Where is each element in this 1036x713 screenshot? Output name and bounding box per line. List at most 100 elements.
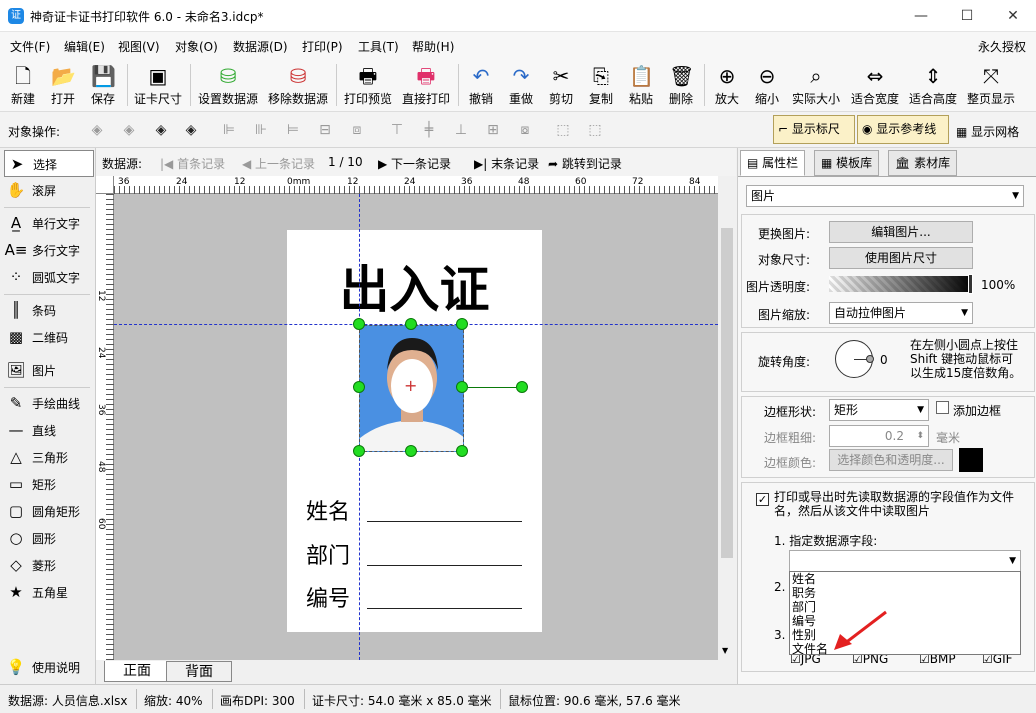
field-id-label[interactable]: 编号 <box>306 581 350 613</box>
tool-triangle[interactable]: △ 三角形 <box>4 444 94 471</box>
scroll-down-icon[interactable]: ▼ <box>722 646 728 655</box>
dropdown-option-gender[interactable]: 性别 <box>790 628 1020 642</box>
border-shape-select[interactable]: 矩形 ▼ <box>829 399 929 421</box>
tool-circle[interactable]: ○ 圆形 <box>4 525 94 552</box>
new-button[interactable]: 🗋 新建 <box>4 60 42 110</box>
menu-print[interactable]: 打印(P) <box>302 38 343 55</box>
dropdown-option-name[interactable]: 姓名 <box>790 572 1020 586</box>
zoom-out-button[interactable]: ⊖ 缩小 <box>750 60 784 110</box>
field-name-label[interactable]: 姓名 <box>306 494 350 526</box>
full-page-button[interactable]: ⤧ 整页显示 <box>964 60 1018 110</box>
align-bottom-icon[interactable]: ⊥ <box>450 121 472 139</box>
show-ruler-toggle[interactable]: ⌐ 显示标尺 <box>773 115 855 144</box>
tool-diamond[interactable]: ◇ 菱形 <box>4 552 94 579</box>
card-title[interactable]: 出入证 <box>287 250 542 322</box>
minimize-button[interactable]: — <box>898 0 944 32</box>
show-grid-toggle[interactable]: ▦ 显示网格 <box>956 123 1019 140</box>
resize-handle-se[interactable] <box>456 445 468 457</box>
tool-arc-text[interactable]: ⁘ 圆弧文字 <box>4 264 94 291</box>
prev-record-button[interactable]: ◀ 上一条记录 <box>242 155 315 172</box>
field-dept-line[interactable] <box>367 565 522 566</box>
fit-width-button[interactable]: ⇔ 适合宽度 <box>848 60 902 110</box>
menu-file[interactable]: 文件(F) <box>10 38 50 55</box>
resize-handle-ne[interactable] <box>456 318 468 330</box>
resize-handle-n[interactable] <box>405 318 417 330</box>
scroll-thumb[interactable] <box>721 228 733 558</box>
print-preview-button[interactable]: 🖶 打印预览 <box>342 60 394 110</box>
menu-help[interactable]: 帮助(H) <box>412 38 454 55</box>
resize-handle-sw[interactable] <box>353 445 365 457</box>
dropdown-option-dept[interactable]: 部门 <box>790 600 1020 614</box>
rotation-dial[interactable] <box>835 340 874 378</box>
dropdown-option-id[interactable]: 编号 <box>790 614 1020 628</box>
tab-front[interactable]: 正面 <box>104 661 170 682</box>
dropdown-option-title[interactable]: 职务 <box>790 586 1020 600</box>
menu-datasource[interactable]: 数据源(D) <box>233 38 288 55</box>
object-type-select[interactable]: 图片 ▼ <box>746 185 1024 207</box>
datasource-field-select[interactable]: ▼ <box>789 550 1021 572</box>
tool-rectangle[interactable]: ▭ 矩形 <box>4 471 94 498</box>
add-border-checkbox[interactable] <box>936 401 949 414</box>
resize-handle-nw[interactable] <box>353 318 365 330</box>
undo-button[interactable]: ↶ 撤销 <box>464 60 498 110</box>
edit-image-button[interactable]: 编辑图片... <box>829 221 973 243</box>
last-record-button[interactable]: ▶| 末条记录 <box>474 155 539 172</box>
vertical-scrollbar[interactable]: ▼ <box>718 176 736 660</box>
border-width-input[interactable]: 0.2 ⬍ <box>829 425 929 447</box>
next-record-button[interactable]: ▶ 下一条记录 <box>378 155 451 172</box>
layer-up-icon[interactable]: ◈ <box>86 121 108 139</box>
tool-single-text[interactable]: A̲ 单行文字 <box>4 210 94 237</box>
dropdown-option-filename[interactable]: 文件名 <box>790 642 1020 656</box>
first-record-button[interactable]: |◀ 首条记录 <box>160 155 225 172</box>
distribute-v-icon[interactable]: ⊞ <box>482 121 504 139</box>
set-datasource-button[interactable]: ⛁ 设置数据源 <box>196 60 260 110</box>
delete-button[interactable]: 🗑 删除 <box>664 60 698 110</box>
distribute-icon[interactable]: ⧈ <box>346 121 368 139</box>
show-guides-toggle[interactable]: ◉ 显示参考线 <box>857 115 949 144</box>
copy-button[interactable]: ⎘ 复制 <box>584 60 618 110</box>
distribute-v2-icon[interactable]: ⧇ <box>514 121 536 139</box>
direct-print-button[interactable]: 🖶 直接打印 <box>400 60 452 110</box>
opacity-slider-thumb[interactable] <box>968 274 973 294</box>
menu-view[interactable]: 视图(V) <box>118 38 160 55</box>
jump-record-button[interactable]: ➦ 跳转到记录 <box>548 155 622 172</box>
tab-back[interactable]: 背面 <box>166 661 232 682</box>
layer-bottom-icon[interactable]: ◈ <box>180 121 202 139</box>
fit-height-button[interactable]: ⇕ 适合高度 <box>906 60 960 110</box>
scale-select[interactable]: 自动拉伸图片 ▼ <box>829 302 973 324</box>
tab-materials[interactable]: 🏛 素材库 <box>888 150 958 176</box>
redo-button[interactable]: ↷ 重做 <box>504 60 538 110</box>
tool-barcode[interactable]: ║ 条码 <box>4 297 94 324</box>
tool-image[interactable]: 🖼 图片 <box>4 357 94 384</box>
tool-star[interactable]: ★ 五角星 <box>4 579 94 606</box>
field-name-line[interactable] <box>367 521 522 522</box>
border-color-button[interactable]: 选择颜色和透明度... <box>829 449 953 471</box>
align-center-icon[interactable]: ⊪ <box>250 121 272 139</box>
tool-line[interactable]: — 直线 <box>4 417 94 444</box>
use-image-size-button[interactable]: 使用图片尺寸 <box>829 247 973 269</box>
resize-handle-e[interactable] <box>456 381 468 393</box>
layer-down-icon[interactable]: ◈ <box>118 121 140 139</box>
tool-multi-text[interactable]: A≡ 多行文字 <box>4 237 94 264</box>
actual-size-button[interactable]: ⌕ 实际大小 <box>788 60 844 110</box>
tool-freehand[interactable]: ✎ 手绘曲线 <box>4 390 94 417</box>
ungroup-icon[interactable]: ⬚ <box>584 121 606 139</box>
tool-select[interactable]: ➤ 选择 <box>4 150 94 177</box>
align-right-icon[interactable]: ⊨ <box>282 121 304 139</box>
rotation-handle[interactable] <box>516 381 528 393</box>
tool-rounded-rect[interactable]: ▢ 圆角矩形 <box>4 498 94 525</box>
layer-top-icon[interactable]: ◈ <box>150 121 172 139</box>
close-button[interactable]: ✕ <box>990 0 1036 32</box>
remove-datasource-button[interactable]: ⛁ 移除数据源 <box>266 60 330 110</box>
tool-pan[interactable]: ✋ 滚屏 <box>4 177 94 204</box>
tab-templates[interactable]: ▦ 模板库 <box>814 150 880 176</box>
group-icon[interactable]: ⬚ <box>552 121 574 139</box>
resize-handle-w[interactable] <box>353 381 365 393</box>
align-top-icon[interactable]: ⊤ <box>386 121 408 139</box>
zoom-in-button[interactable]: ⊕ 放大 <box>710 60 744 110</box>
border-color-swatch[interactable] <box>959 448 983 472</box>
maximize-button[interactable]: ☐ <box>944 0 990 32</box>
field-id-line[interactable] <box>367 608 522 609</box>
align-middle-icon[interactable]: ╪ <box>418 121 440 139</box>
paste-button[interactable]: 📋 粘贴 <box>624 60 658 110</box>
